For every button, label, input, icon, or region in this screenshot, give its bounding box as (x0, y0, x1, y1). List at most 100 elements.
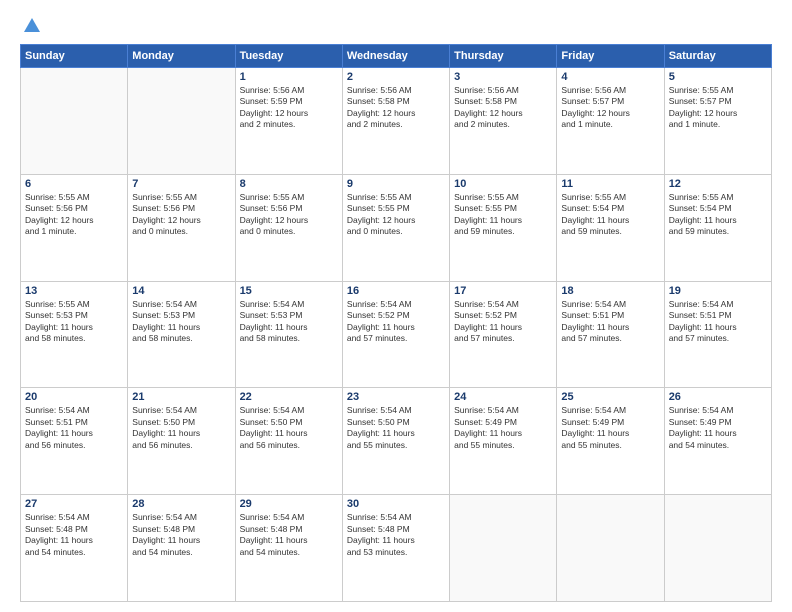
day-detail: Sunrise: 5:56 AM Sunset: 5:59 PM Dayligh… (240, 85, 338, 131)
weekday-header-saturday: Saturday (664, 45, 771, 68)
week-row-5: 27 Sunrise: 5:54 AM Sunset: 5:48 PM Dayli… (21, 495, 772, 602)
day-number: 14 (132, 285, 230, 297)
day-number: 13 (25, 285, 123, 297)
day-cell: 7Sunrise: 5:55 AM Sunset: 5:56 PM Daylig… (128, 174, 235, 281)
day-number: 16 (347, 285, 445, 297)
day-number: 19 (669, 285, 767, 297)
day-detail: Sunrise: 5:54 AM Sunset: 5:51 PM Dayligh… (561, 299, 659, 345)
calendar: SundayMondayTuesdayWednesdayThursdayFrid… (20, 44, 772, 602)
day-cell: 18 Sunrise: 5:54 AM Sunset: 5:51 PM Dayli… (557, 281, 664, 388)
day-cell: 28 Sunrise: 5:54 AM Sunset: 5:48 PM Dayli… (128, 495, 235, 602)
weekday-header-row: SundayMondayTuesdayWednesdayThursdayFrid… (21, 45, 772, 68)
day-detail: Sunrise: 5:54 AM Sunset: 5:51 PM Dayligh… (669, 299, 767, 345)
day-number: 18 (561, 285, 659, 297)
day-cell: 2 Sunrise: 5:56 AM Sunset: 5:58 PM Daylig… (342, 68, 449, 175)
day-cell (557, 495, 664, 602)
day-detail: Sunrise: 5:55 AM Sunset: 5:54 PM Dayligh… (669, 192, 767, 238)
day-number: 5 (669, 71, 767, 83)
day-cell: 29 Sunrise: 5:54 AM Sunset: 5:48 PM Dayli… (235, 495, 342, 602)
day-number: 30 (347, 498, 445, 510)
day-detail: Sunrise: 5:54 AM Sunset: 5:49 PM Dayligh… (454, 405, 552, 451)
day-detail: Sunrise: 5:55 AM Sunset: 5:56 PM Dayligh… (132, 192, 230, 238)
day-cell: 1 Sunrise: 5:56 AM Sunset: 5:59 PM Daylig… (235, 68, 342, 175)
day-number: 26 (669, 391, 767, 403)
day-number: 9 (347, 178, 445, 190)
weekday-header-tuesday: Tuesday (235, 45, 342, 68)
day-cell: 17 Sunrise: 5:54 AM Sunset: 5:52 PM Dayli… (450, 281, 557, 388)
logo (20, 18, 40, 34)
header (20, 18, 772, 34)
day-number: 15 (240, 285, 338, 297)
day-cell: 22 Sunrise: 5:54 AM Sunset: 5:50 PM Dayli… (235, 388, 342, 495)
day-number: 3 (454, 71, 552, 83)
day-detail: Sunrise: 5:54 AM Sunset: 5:50 PM Dayligh… (347, 405, 445, 451)
day-cell: 23 Sunrise: 5:54 AM Sunset: 5:50 PM Dayli… (342, 388, 449, 495)
day-number: 29 (240, 498, 338, 510)
day-number: 10 (454, 178, 552, 190)
day-cell: 6 Sunrise: 5:55 AM Sunset: 5:56 PM Daylig… (21, 174, 128, 281)
day-cell: 27 Sunrise: 5:54 AM Sunset: 5:48 PM Dayli… (21, 495, 128, 602)
day-cell: 11Sunrise: 5:55 AM Sunset: 5:54 PM Dayli… (557, 174, 664, 281)
day-cell: 30 Sunrise: 5:54 AM Sunset: 5:48 PM Dayli… (342, 495, 449, 602)
day-cell (21, 68, 128, 175)
day-number: 22 (240, 391, 338, 403)
day-number: 4 (561, 71, 659, 83)
day-detail: Sunrise: 5:55 AM Sunset: 5:57 PM Dayligh… (669, 85, 767, 131)
day-detail: Sunrise: 5:54 AM Sunset: 5:48 PM Dayligh… (240, 512, 338, 558)
week-row-1: 1 Sunrise: 5:56 AM Sunset: 5:59 PM Daylig… (21, 68, 772, 175)
day-detail: Sunrise: 5:54 AM Sunset: 5:52 PM Dayligh… (454, 299, 552, 345)
day-number: 6 (25, 178, 123, 190)
logo-triangle-icon (24, 18, 40, 32)
week-row-3: 13 Sunrise: 5:55 AM Sunset: 5:53 PM Dayli… (21, 281, 772, 388)
week-row-4: 20Sunrise: 5:54 AM Sunset: 5:51 PM Dayli… (21, 388, 772, 495)
day-detail: Sunrise: 5:54 AM Sunset: 5:53 PM Dayligh… (132, 299, 230, 345)
day-cell: 21 Sunrise: 5:54 AM Sunset: 5:50 PM Dayli… (128, 388, 235, 495)
day-detail: Sunrise: 5:55 AM Sunset: 5:53 PM Dayligh… (25, 299, 123, 345)
day-detail: Sunrise: 5:54 AM Sunset: 5:48 PM Dayligh… (347, 512, 445, 558)
day-cell: 26 Sunrise: 5:54 AM Sunset: 5:49 PM Dayli… (664, 388, 771, 495)
day-number: 28 (132, 498, 230, 510)
day-cell (664, 495, 771, 602)
day-detail: Sunrise: 5:56 AM Sunset: 5:58 PM Dayligh… (347, 85, 445, 131)
week-row-2: 6 Sunrise: 5:55 AM Sunset: 5:56 PM Daylig… (21, 174, 772, 281)
day-cell (450, 495, 557, 602)
page: SundayMondayTuesdayWednesdayThursdayFrid… (0, 0, 792, 612)
day-number: 21 (132, 391, 230, 403)
day-cell: 19 Sunrise: 5:54 AM Sunset: 5:51 PM Dayli… (664, 281, 771, 388)
weekday-header-thursday: Thursday (450, 45, 557, 68)
day-cell (128, 68, 235, 175)
day-number: 17 (454, 285, 552, 297)
day-number: 23 (347, 391, 445, 403)
day-detail: Sunrise: 5:56 AM Sunset: 5:58 PM Dayligh… (454, 85, 552, 131)
day-number: 8 (240, 178, 338, 190)
day-number: 27 (25, 498, 123, 510)
day-cell: 16Sunrise: 5:54 AM Sunset: 5:52 PM Dayli… (342, 281, 449, 388)
day-cell: 25Sunrise: 5:54 AM Sunset: 5:49 PM Dayli… (557, 388, 664, 495)
day-cell: 4 Sunrise: 5:56 AM Sunset: 5:57 PM Daylig… (557, 68, 664, 175)
day-cell: 3 Sunrise: 5:56 AM Sunset: 5:58 PM Daylig… (450, 68, 557, 175)
weekday-header-friday: Friday (557, 45, 664, 68)
day-detail: Sunrise: 5:54 AM Sunset: 5:53 PM Dayligh… (240, 299, 338, 345)
day-detail: Sunrise: 5:54 AM Sunset: 5:48 PM Dayligh… (25, 512, 123, 558)
day-number: 1 (240, 71, 338, 83)
day-detail: Sunrise: 5:55 AM Sunset: 5:55 PM Dayligh… (347, 192, 445, 238)
day-cell: 12 Sunrise: 5:55 AM Sunset: 5:54 PM Dayli… (664, 174, 771, 281)
day-detail: Sunrise: 5:55 AM Sunset: 5:56 PM Dayligh… (25, 192, 123, 238)
day-number: 24 (454, 391, 552, 403)
day-cell: 10Sunrise: 5:55 AM Sunset: 5:55 PM Dayli… (450, 174, 557, 281)
day-cell: 8 Sunrise: 5:55 AM Sunset: 5:56 PM Daylig… (235, 174, 342, 281)
day-detail: Sunrise: 5:54 AM Sunset: 5:50 PM Dayligh… (132, 405, 230, 451)
day-cell: 15 Sunrise: 5:54 AM Sunset: 5:53 PM Dayli… (235, 281, 342, 388)
day-detail: Sunrise: 5:54 AM Sunset: 5:48 PM Dayligh… (132, 512, 230, 558)
day-detail: Sunrise: 5:54 AM Sunset: 5:49 PM Dayligh… (669, 405, 767, 451)
day-cell: 14 Sunrise: 5:54 AM Sunset: 5:53 PM Dayli… (128, 281, 235, 388)
day-number: 25 (561, 391, 659, 403)
day-cell: 5 Sunrise: 5:55 AM Sunset: 5:57 PM Daylig… (664, 68, 771, 175)
day-number: 2 (347, 71, 445, 83)
weekday-header-monday: Monday (128, 45, 235, 68)
day-detail: Sunrise: 5:54 AM Sunset: 5:51 PM Dayligh… (25, 405, 123, 451)
day-detail: Sunrise: 5:54 AM Sunset: 5:50 PM Dayligh… (240, 405, 338, 451)
day-number: 12 (669, 178, 767, 190)
day-detail: Sunrise: 5:55 AM Sunset: 5:56 PM Dayligh… (240, 192, 338, 238)
day-detail: Sunrise: 5:56 AM Sunset: 5:57 PM Dayligh… (561, 85, 659, 131)
